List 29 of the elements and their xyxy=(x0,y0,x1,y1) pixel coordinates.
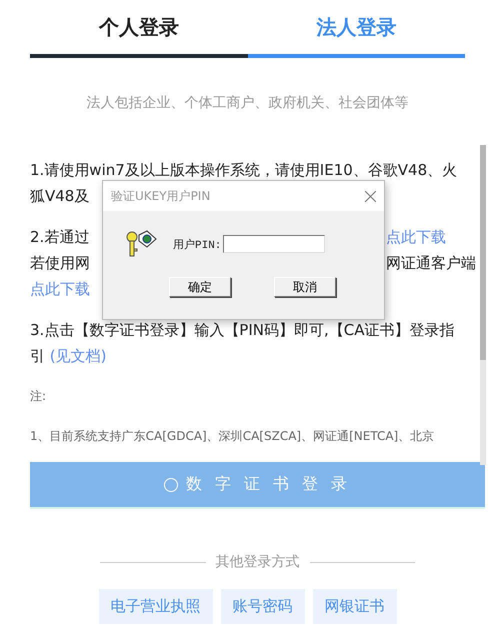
note-text: 1、目前系统支持广东CA[GDCA]、深圳CA[SZCA]、网证通[NETCA]、北京 xyxy=(30,428,436,445)
dialog-button[interactable]: 确定 xyxy=(169,277,231,297)
note-text: 注: xyxy=(30,388,48,405)
subtitle: 法人包括企业、个体工商户、政府机关、社会团体等 xyxy=(86,94,410,112)
scrollbar[interactable] xyxy=(480,145,486,465)
instruction-text: 网证通客户端 xyxy=(386,253,476,274)
login-tab[interactable]: 个人登录 xyxy=(30,0,248,58)
instruction-text: 3.点击【数字证书登录】输入【PIN码】即可,【CA证书】登录指 xyxy=(30,320,455,341)
instruction-text: 2.若通过 xyxy=(30,227,90,248)
instruction-text: 狐V48及 xyxy=(30,186,90,207)
instruction-text: 引 xyxy=(30,347,46,365)
other-methods-title: 其他登录方式 xyxy=(216,553,300,571)
login-method-button[interactable]: 账号密码 xyxy=(220,589,304,624)
download-link[interactable]: 点此下载 xyxy=(386,224,446,250)
dialog-title: 验证UKEY用户PIN xyxy=(111,188,210,204)
download-link[interactable]: 点此下载 xyxy=(30,276,90,302)
login-method-button[interactable]: 电子营业执照 xyxy=(98,589,212,624)
instruction-text: 1.请使用win7及以上版本操作系统，请使用IE10、谷歌V48、火 xyxy=(30,160,458,181)
close-icon[interactable] xyxy=(365,190,376,202)
login-method-button[interactable]: 网银证书 xyxy=(312,589,396,624)
pin-label: 用户PIN: xyxy=(173,238,222,252)
key-icon xyxy=(125,229,157,259)
certificate-login-button[interactable]: 数 字 证 书 登 录 xyxy=(30,462,485,509)
document-link[interactable]: (见文档) xyxy=(50,347,106,365)
circle-icon xyxy=(164,478,178,492)
instruction-text: 若使用网 xyxy=(30,253,90,274)
pin-field[interactable] xyxy=(223,235,326,253)
dialog-button[interactable]: 取消 xyxy=(274,277,336,297)
login-tab[interactable]: 法人登录 xyxy=(248,0,465,58)
